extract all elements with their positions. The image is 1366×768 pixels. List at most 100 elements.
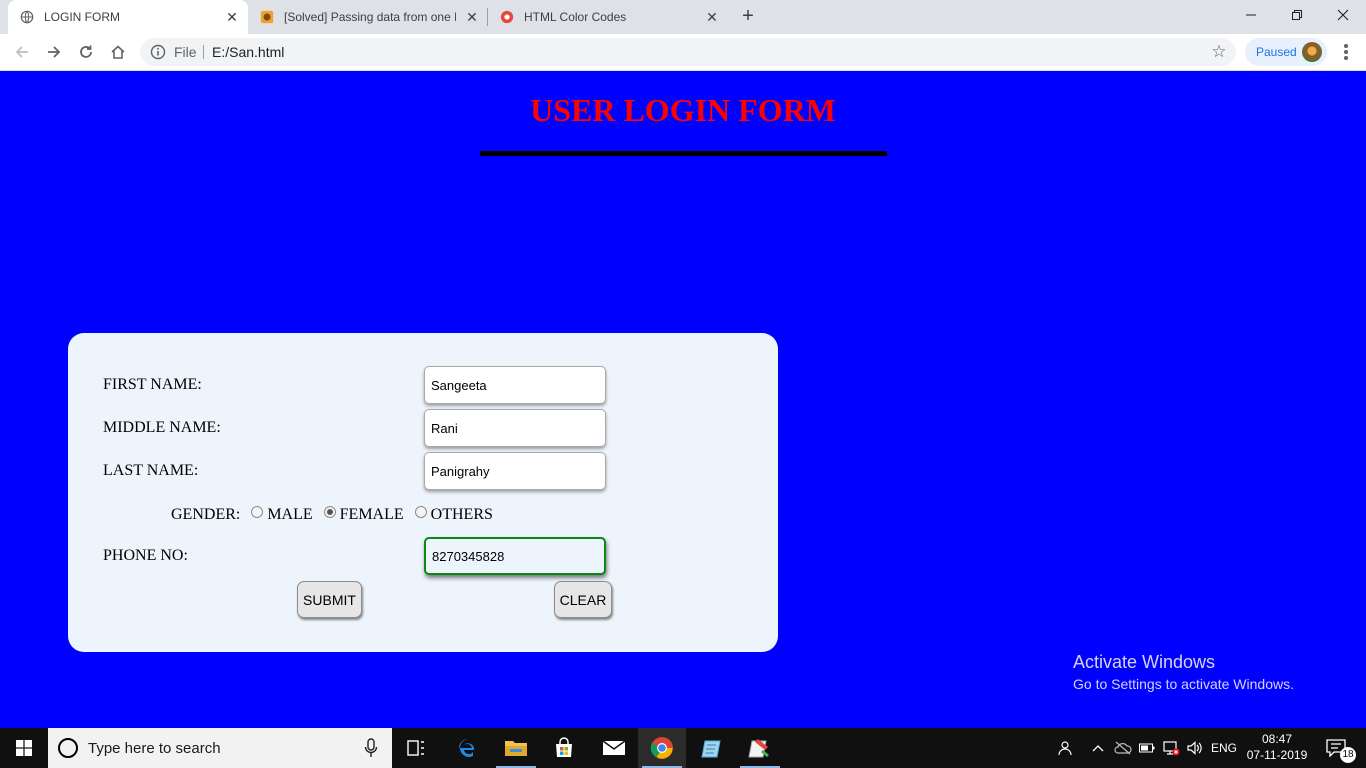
clear-button[interactable]: CLEAR (554, 581, 612, 618)
windows-taskbar: Type here to search ENG 08:47 07-11-2019… (0, 728, 1366, 768)
home-icon (111, 45, 125, 59)
forward-button[interactable] (42, 40, 66, 64)
chevron-up-icon (1092, 745, 1104, 752)
gender-label: GENDER: (171, 506, 241, 523)
microphone-icon[interactable] (364, 738, 378, 758)
battery-icon (1139, 743, 1155, 753)
phone-field[interactable] (424, 537, 606, 575)
reload-button[interactable] (74, 40, 98, 64)
battery-tray-button[interactable] (1137, 728, 1157, 768)
close-window-button[interactable] (1320, 0, 1366, 30)
paint-taskbar-button[interactable] (736, 728, 784, 768)
forward-arrow-icon (48, 46, 61, 58)
phone-label: PHONE NO: (103, 547, 188, 564)
gender-option-label: FEMALE (339, 506, 404, 523)
gender-option-label: MALE (267, 506, 313, 523)
bookmark-star-icon[interactable]: ☆ (1210, 43, 1228, 61)
back-button[interactable] (10, 40, 34, 64)
clock-date: 07-11-2019 (1246, 748, 1308, 762)
people-tray-button[interactable] (1052, 728, 1076, 768)
system-clock[interactable]: 08:47 07-11-2019 (1244, 731, 1310, 763)
cloud-offline-icon (1114, 741, 1132, 755)
middle-name-label: MIDDLE NAME: (103, 419, 221, 436)
tab-title: LOGIN FORM (44, 10, 121, 24)
page-title: USER LOGIN FORM (530, 92, 836, 128)
restore-button[interactable] (1274, 0, 1320, 30)
color-codes-favicon-icon (500, 10, 514, 24)
volume-icon (1187, 741, 1202, 755)
browser-menu-button[interactable] (1334, 40, 1358, 64)
tab-html-color-codes[interactable]: HTML Color Codes ✕ (488, 0, 728, 34)
watermark-subtitle: Go to Settings to activate Windows. (1073, 676, 1294, 692)
search-placeholder: Type here to search (88, 740, 221, 757)
windows-logo-icon (16, 740, 32, 756)
avatar (1302, 42, 1322, 62)
address-bar[interactable]: File E:/San.html ☆ (140, 38, 1236, 66)
watermark-title: Activate Windows (1073, 652, 1216, 672)
last-name-field[interactable] (424, 452, 606, 490)
language-indicator[interactable]: ENG (1208, 728, 1240, 768)
reload-icon (80, 45, 92, 58)
restore-icon (1292, 10, 1302, 20)
store-taskbar-button[interactable] (540, 728, 588, 768)
taskbar-search-box[interactable]: Type here to search (48, 728, 392, 768)
gender-others-radio[interactable] (414, 506, 427, 518)
store-icon (556, 737, 572, 757)
edge-icon (459, 739, 474, 757)
menu-dot (1344, 44, 1348, 48)
clock-time: 08:47 (1261, 732, 1293, 746)
gender-row: GENDER: MALE FEMALE OTHERS (171, 505, 499, 525)
gender-female-radio[interactable] (323, 506, 336, 518)
profile-status-label: Paused (1256, 45, 1297, 59)
browser-tabstrip: LOGIN FORM ✕ [Solved] Passing data from … (0, 0, 1366, 34)
task-view-button[interactable] (392, 728, 440, 768)
chrome-icon (650, 737, 673, 759)
notepad-icon (701, 740, 721, 758)
tab-login-form[interactable]: LOGIN FORM ✕ (8, 0, 248, 34)
notepad-taskbar-button[interactable] (688, 728, 736, 768)
tab-title: HTML Color Codes (524, 10, 627, 24)
action-center-button[interactable]: 18 (1318, 728, 1358, 768)
show-hidden-icons-button[interactable] (1088, 728, 1108, 768)
network-tray-button[interactable] (1160, 728, 1182, 768)
middle-name-field[interactable] (424, 409, 606, 447)
menu-dot (1344, 56, 1348, 60)
url-text[interactable]: E:/San.html (212, 44, 284, 60)
first-name-field[interactable] (424, 366, 606, 404)
tab-solved-passing-data[interactable]: [Solved] Passing data from one H ✕ (248, 0, 488, 34)
minimize-icon (1246, 14, 1256, 16)
last-name-label: LAST NAME: (103, 462, 199, 479)
gender-option-label: OTHERS (430, 506, 493, 523)
volume-tray-button[interactable] (1184, 728, 1206, 768)
tab-title: [Solved] Passing data from one H (284, 10, 456, 24)
close-tab-icon[interactable]: ✕ (224, 9, 240, 25)
site-favicon-icon (260, 10, 274, 24)
submit-button[interactable]: SUBMIT (297, 581, 362, 618)
network-disconnected-icon (1163, 741, 1180, 756)
people-icon (1058, 741, 1072, 756)
file-explorer-icon (505, 741, 527, 756)
minimize-button[interactable] (1228, 0, 1274, 30)
title-divider (480, 151, 887, 156)
globe-icon (20, 10, 34, 24)
scheme-label: File (174, 44, 197, 60)
gender-male-radio[interactable] (251, 506, 264, 518)
info-icon[interactable] (150, 44, 166, 60)
home-button[interactable] (106, 40, 130, 64)
close-icon (1337, 9, 1349, 21)
onedrive-tray-button[interactable] (1112, 728, 1134, 768)
close-tab-icon[interactable]: ✕ (464, 9, 480, 25)
paint-app-icon (748, 739, 769, 758)
new-tab-button[interactable]: + (736, 5, 760, 29)
chrome-taskbar-button[interactable] (638, 728, 686, 768)
mail-taskbar-button[interactable] (590, 728, 638, 768)
close-tab-icon[interactable]: ✕ (704, 9, 720, 25)
profile-paused-button[interactable]: Paused (1245, 38, 1327, 66)
edge-taskbar-button[interactable] (444, 728, 492, 768)
file-explorer-taskbar-button[interactable] (492, 728, 540, 768)
activate-windows-watermark: Activate Windows Go to Settings to activ… (1073, 652, 1294, 692)
mail-icon (602, 740, 626, 755)
cortana-icon (58, 738, 78, 758)
task-view-icon (407, 740, 424, 756)
start-button[interactable] (0, 728, 48, 768)
